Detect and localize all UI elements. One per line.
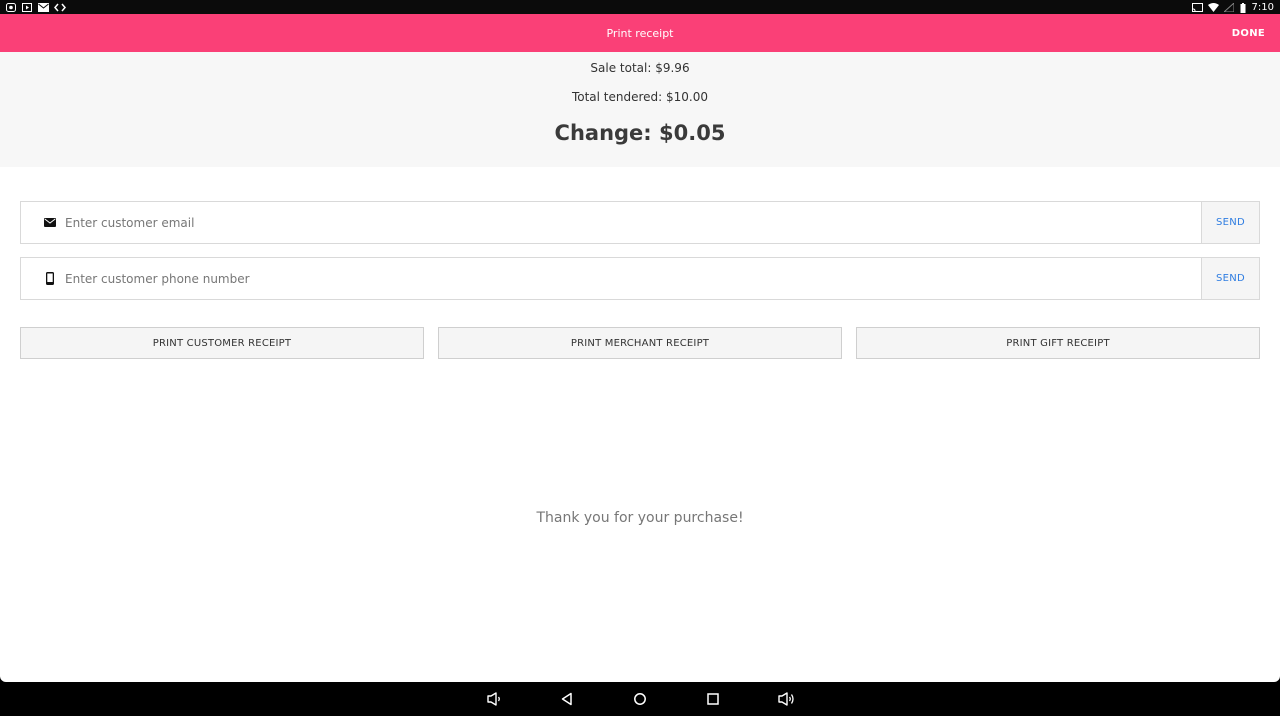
volume-down-icon[interactable] — [458, 682, 531, 716]
back-icon[interactable] — [531, 682, 604, 716]
nav-bar — [0, 682, 1280, 716]
receipt-screen: Print receipt DONE Sale total: $9.96 Tot… — [0, 14, 1280, 682]
send-email-button[interactable]: SEND — [1201, 202, 1259, 243]
status-bar: 7:10 — [0, 0, 1280, 14]
phone-field-wrap — [21, 258, 1201, 299]
cast-icon — [1191, 2, 1203, 12]
receipt-options: SEND SEND PRINT CUSTOMER RECEIPT PRINT M… — [0, 167, 1280, 359]
mail-icon — [38, 2, 49, 12]
recents-icon[interactable] — [677, 682, 750, 716]
print-buttons: PRINT CUSTOMER RECEIPT PRINT MERCHANT RE… — [20, 327, 1260, 359]
battery-icon — [1240, 2, 1246, 13]
send-sms-button[interactable]: SEND — [1201, 258, 1259, 299]
print-gift-receipt-button[interactable]: PRINT GIFT RECEIPT — [856, 327, 1260, 359]
media-icon — [22, 2, 32, 12]
code-icon — [54, 3, 66, 12]
home-icon[interactable] — [604, 682, 677, 716]
payment-summary: Sale total: $9.96 Total tendered: $10.00… — [0, 52, 1280, 167]
print-customer-receipt-button[interactable]: PRINT CUSTOMER RECEIPT — [20, 327, 424, 359]
phone-icon — [43, 272, 57, 286]
email-input[interactable] — [65, 215, 1201, 230]
email-field-wrap — [21, 202, 1201, 243]
email-row: SEND — [20, 201, 1260, 244]
thank-you-message: Thank you for your purchase! — [536, 510, 744, 526]
page-title: Print receipt — [606, 26, 674, 40]
print-merchant-receipt-button[interactable]: PRINT MERCHANT RECEIPT — [438, 327, 842, 359]
app-bar: Print receipt DONE — [0, 14, 1280, 52]
status-time: 7:10 — [1251, 1, 1274, 13]
done-button[interactable]: DONE — [1232, 14, 1265, 52]
envelope-icon — [43, 216, 57, 230]
status-left — [6, 2, 66, 12]
phone-row: SEND — [20, 257, 1260, 300]
total-tendered: Total tendered: $10.00 — [571, 90, 709, 104]
phone-input[interactable] — [65, 271, 1201, 286]
status-right: 7:10 — [1191, 1, 1274, 13]
change-amount: Change: $0.05 — [554, 121, 726, 145]
signal-off-icon — [1222, 1, 1235, 12]
volume-up-icon[interactable] — [750, 682, 823, 716]
wifi-icon — [1207, 2, 1219, 12]
sale-total: Sale total: $9.96 — [590, 61, 690, 75]
app-icon — [6, 2, 16, 12]
